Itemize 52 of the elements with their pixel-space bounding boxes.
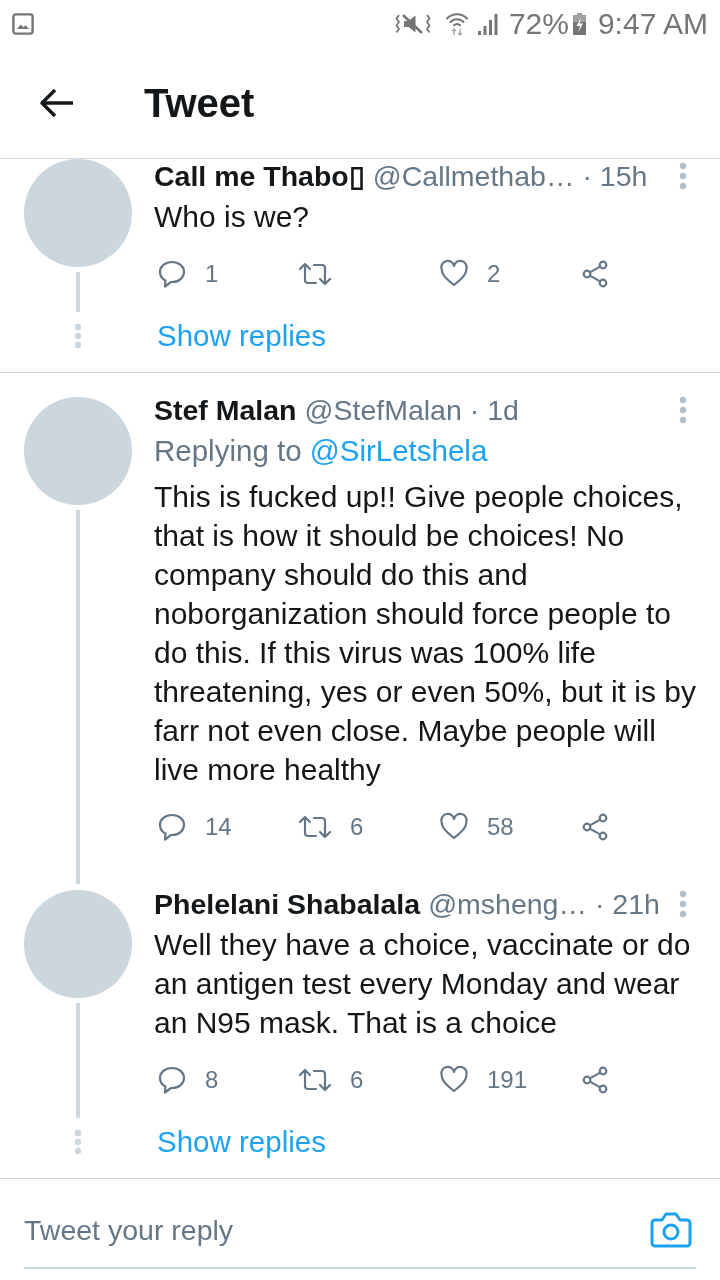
share-icon bbox=[580, 1065, 610, 1095]
tweet-text: This is fucked up!! Give people choices, that is how it should be choices! No company should do this and noborganization should force people to do this. If this virus was 100% life threatening, yes or even 50%, but it is by farr not even close. Maybe people will live more healthy bbox=[154, 479, 697, 788]
author-handle: @msheng… bbox=[428, 887, 587, 921]
share-button[interactable] bbox=[580, 259, 610, 289]
author-name: Stef Malan bbox=[154, 393, 297, 427]
more-options-icon[interactable] bbox=[679, 890, 687, 918]
heart-icon bbox=[439, 259, 469, 289]
author-handle: @StefMalan bbox=[304, 393, 462, 427]
tweet-text: Well they have a choice, vaccinate or do an antigen test every Monday and wear an N95 mask. That is a choice bbox=[154, 927, 692, 1041]
share-icon bbox=[580, 259, 610, 289]
camera-icon[interactable] bbox=[650, 1211, 692, 1249]
speech-bubble-icon bbox=[157, 1065, 187, 1095]
speech-bubble-icon bbox=[157, 259, 187, 289]
page-title: Tweet bbox=[144, 80, 255, 126]
author-handle: @Callmethab… bbox=[372, 159, 575, 193]
status-time: 9:47 AM bbox=[597, 7, 708, 41]
retweet-button[interactable]: 6 bbox=[298, 1065, 364, 1095]
heart-icon bbox=[439, 1065, 469, 1095]
tweet-text: Who is we? bbox=[154, 199, 311, 235]
more-options-icon[interactable] bbox=[679, 162, 687, 190]
share-button[interactable] bbox=[580, 1065, 610, 1095]
like-button[interactable]: 191 bbox=[439, 1065, 528, 1095]
mention-link[interactable]: @SirLetshela bbox=[309, 434, 488, 467]
more-options-icon[interactable] bbox=[679, 396, 687, 424]
retweet-button[interactable]: 6 bbox=[298, 812, 364, 842]
show-replies-link[interactable]: Show replies bbox=[157, 1125, 326, 1159]
speech-bubble-icon bbox=[157, 812, 187, 842]
vibrate-mute-icon bbox=[394, 12, 431, 36]
battery-percent: 72% bbox=[508, 7, 569, 41]
tweet-time: · 1d bbox=[469, 393, 519, 427]
vertical-dots-icon bbox=[74, 323, 82, 349]
tweet-time: · 21h bbox=[594, 887, 660, 921]
wifi-icon bbox=[444, 12, 469, 36]
reply-button[interactable]: 8 bbox=[157, 1065, 219, 1095]
author-name: Call me Thabo▯ bbox=[154, 159, 365, 193]
replying-to-text: Replying to @SirLetshela bbox=[154, 433, 489, 469]
heart-icon bbox=[439, 812, 469, 842]
author-name: Phelelani Shabalala bbox=[154, 887, 421, 921]
battery-charging-icon bbox=[572, 13, 586, 35]
vertical-dots-icon bbox=[74, 1129, 82, 1155]
show-replies-link[interactable]: Show replies bbox=[157, 319, 326, 353]
signal-icon bbox=[476, 13, 499, 35]
share-button[interactable] bbox=[580, 812, 610, 842]
back-arrow-icon[interactable] bbox=[39, 87, 75, 119]
gallery-icon bbox=[12, 13, 34, 35]
like-button[interactable]: 58 bbox=[439, 812, 514, 842]
reply-input[interactable]: Tweet your reply bbox=[24, 1210, 650, 1250]
reply-button[interactable]: 14 bbox=[157, 812, 232, 842]
tweet-time: · 15h bbox=[582, 159, 648, 193]
reply-button[interactable]: 1 bbox=[157, 259, 219, 289]
share-icon bbox=[580, 812, 610, 842]
like-button[interactable]: 2 bbox=[439, 259, 501, 289]
